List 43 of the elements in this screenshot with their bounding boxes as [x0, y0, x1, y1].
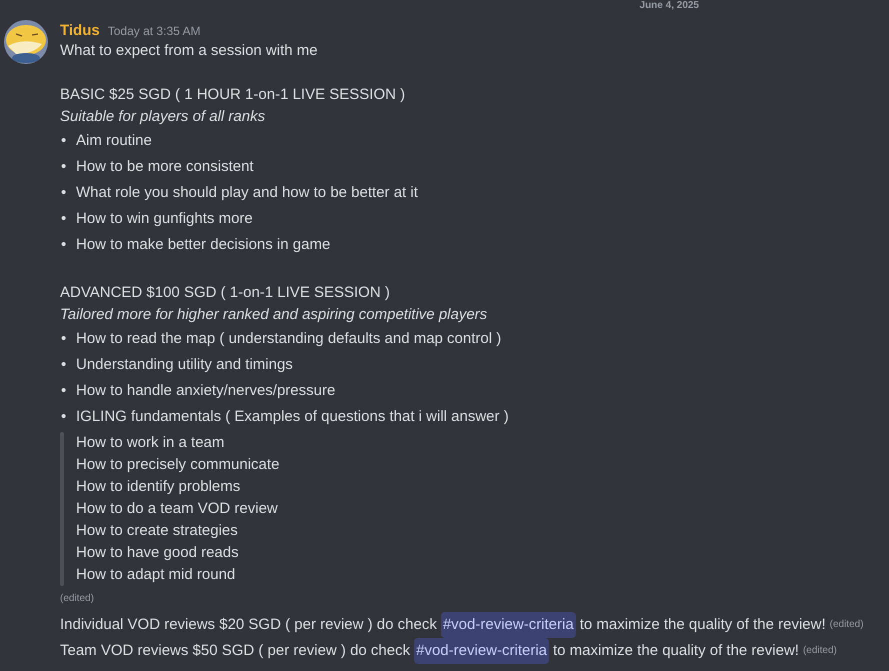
list-item: How to be more consistent [76, 157, 254, 177]
edited-label: (edited) [802, 644, 837, 658]
message-text: ADVANCED $100 SGD ( 1-on-1 LIVE SESSION ) [60, 283, 391, 303]
edited-label: (edited) [830, 618, 864, 632]
edited-label: (edited) [60, 592, 94, 606]
message-text: to maximize the quality of the review! [553, 641, 799, 661]
bullet-marker: • [60, 355, 68, 375]
message-text: BASIC $25 SGD ( 1 HOUR 1-on-1 LIVE SESSION ) [60, 85, 406, 105]
list-item: Aim routine [76, 131, 152, 151]
bullet-marker: • [60, 329, 68, 349]
timestamp: Today at 3:35 AM [108, 23, 200, 40]
channel-mention[interactable]: #vod-review-criteria [440, 612, 576, 638]
message-text: Suitable for players of all ranks [60, 107, 266, 127]
list-item: What role you should play and how to be better at it [76, 183, 418, 203]
quote-line: How to identify problems [76, 478, 240, 495]
bullet-marker: • [60, 183, 68, 203]
avatar-drawing [4, 20, 48, 64]
bullet-marker: • [60, 407, 68, 427]
bullet-marker: • [60, 131, 68, 151]
author-name[interactable]: Tidus [60, 20, 100, 42]
quote-line: How to precisely communicate [76, 456, 280, 473]
quote-line: How to adapt mid round [76, 566, 236, 583]
list-item: IGLING fundamentals ( Examples of questions that i will answer ) [76, 407, 509, 427]
bullet-marker: • [60, 157, 68, 177]
bullet-marker: • [60, 235, 68, 255]
bullet-marker: • [60, 381, 68, 401]
quote-line: How to do a team VOD review [76, 500, 278, 517]
list-item: How to win gunfights more [76, 209, 253, 229]
message-text: Tailored more for higher ranked and aspiring competitive players [60, 305, 488, 325]
list-item: Understanding utility and timings [76, 355, 293, 375]
channel-mention[interactable]: #vod-review-criteria [414, 638, 549, 664]
bullet-marker: • [60, 209, 68, 229]
message-text: Individual VOD reviews $20 SGD ( per review ) do check [60, 615, 437, 635]
quote-line: How to have good reads [76, 544, 239, 561]
message-text: What to expect from a session with me [60, 41, 319, 61]
message-text: Team VOD reviews $50 SGD ( per review ) do check [60, 641, 410, 661]
quote-line: How to create strategies [76, 522, 238, 539]
message-text: to maximize the quality of the review! [580, 615, 826, 635]
list-item: How to handle anxiety/nerves/pressure [76, 381, 336, 401]
list-item: How to make better decisions in game [76, 235, 330, 255]
quote-line: How to work in a team [76, 434, 224, 451]
date-divider: June 4, 2025 [640, 0, 699, 12]
list-item: How to read the map ( understanding defaults and map control ) [76, 329, 502, 349]
